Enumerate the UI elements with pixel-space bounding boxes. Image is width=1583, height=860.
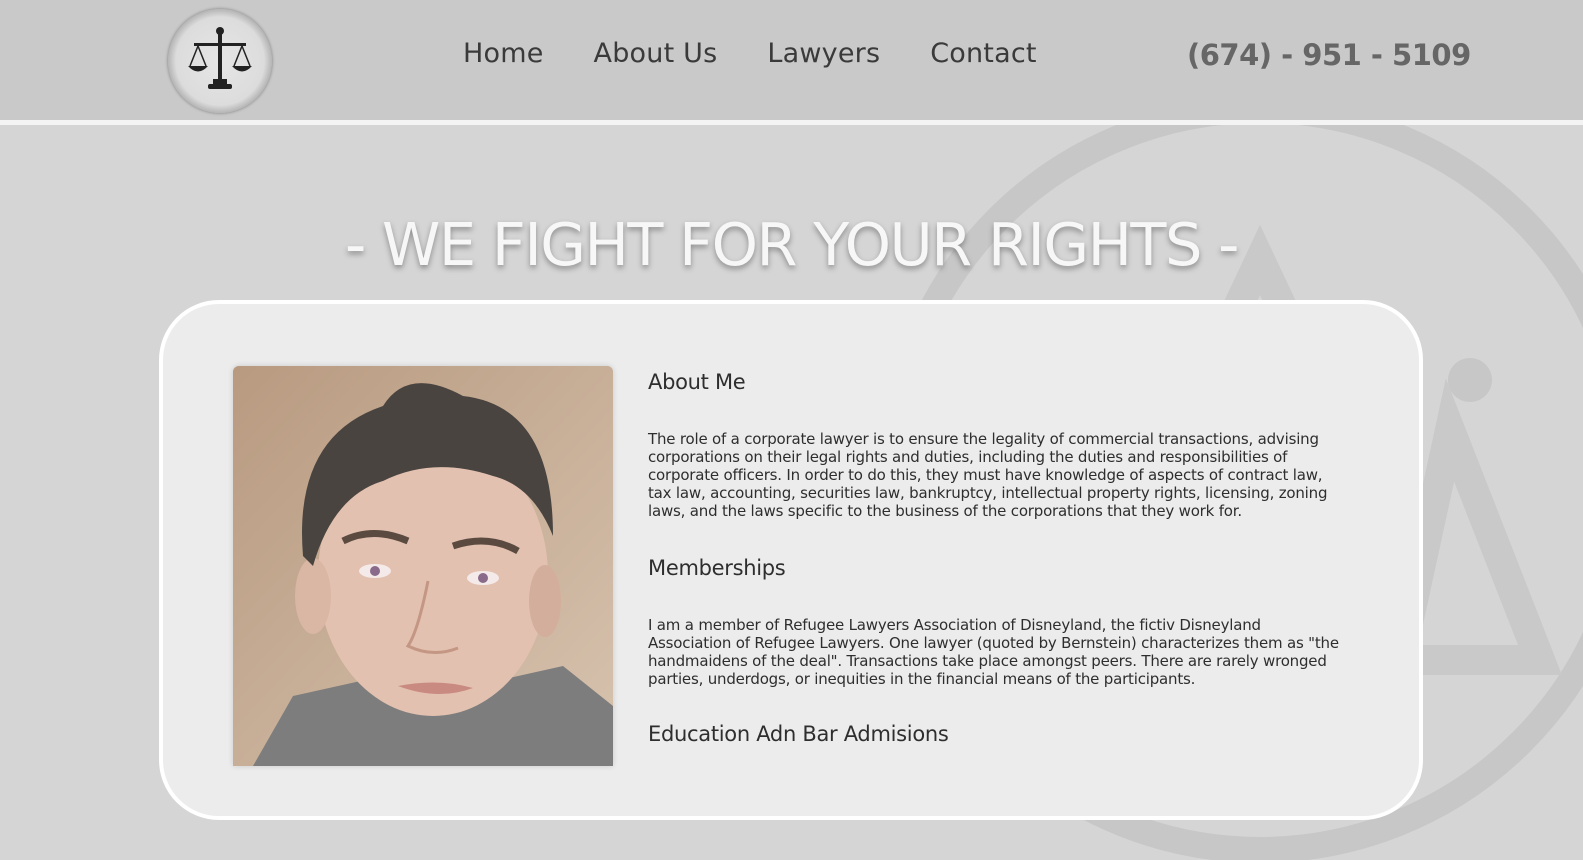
nav-contact[interactable]: Contact <box>930 38 1036 69</box>
scales-of-justice-icon <box>188 27 252 89</box>
about-text: The role of a corporate lawyer is to ens… <box>648 430 1328 520</box>
logo[interactable] <box>168 9 272 113</box>
phone-number[interactable]: (674) - 951 - 5109 <box>1187 38 1471 72</box>
hero-title: - WE FIGHT FOR YOUR RIGHTS - <box>345 209 1239 279</box>
site-header: Home About Us Lawyers Contact (674) - 95… <box>0 0 1583 125</box>
lawyer-portrait-photo <box>233 366 613 766</box>
memberships-heading: Memberships <box>648 556 786 580</box>
nav-lawyers[interactable]: Lawyers <box>767 38 880 69</box>
main-nav: Home About Us Lawyers Contact <box>463 38 1087 69</box>
memberships-text: I am a member of Refugee Lawyers Associa… <box>648 616 1339 688</box>
nav-about-us[interactable]: About Us <box>594 38 718 69</box>
nav-home[interactable]: Home <box>463 38 544 69</box>
education-heading: Education Adn Bar Admisions <box>648 722 949 746</box>
about-heading: About Me <box>648 370 746 394</box>
